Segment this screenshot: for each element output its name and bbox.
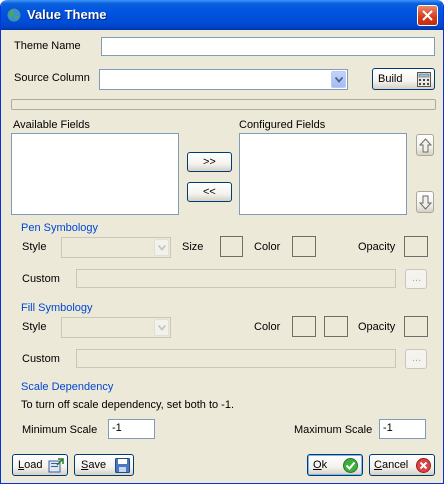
move-up-button[interactable] [416, 134, 434, 156]
pen-symbology-title: Pen Symbology [21, 222, 99, 234]
fill-color-swatch[interactable] [292, 316, 316, 337]
chevron-down-icon [335, 77, 343, 83]
remove-field-button[interactable]: << [187, 182, 232, 202]
source-column-select[interactable] [99, 69, 348, 90]
minimum-scale-input[interactable]: -1 [108, 419, 155, 439]
fill-browse-label: ... [412, 352, 422, 364]
build-button[interactable]: Build [372, 68, 435, 90]
cancel-circle-icon [416, 458, 431, 473]
pen-size-label: Size [182, 241, 204, 253]
fill-symbology-title: Fill Symbology [21, 302, 93, 314]
close-icon [422, 10, 433, 21]
save-label-rest: ave [88, 459, 107, 471]
arrow-up-icon [419, 138, 432, 153]
theme-name-label: Theme Name [14, 40, 81, 52]
cancel-button-label: Cancel [374, 459, 408, 471]
load-button[interactable]: Load [12, 454, 68, 476]
title-bar[interactable]: Value Theme [1, 0, 443, 30]
cancel-mnemonic: C [374, 459, 382, 471]
ok-button[interactable]: Ok [307, 454, 363, 476]
pen-custom-input[interactable] [76, 269, 396, 288]
pen-opacity-box[interactable] [404, 236, 428, 257]
calculator-icon [417, 72, 431, 87]
ok-button-label: Ok [313, 459, 327, 471]
fill-custom-input[interactable] [76, 349, 396, 368]
ok-mnemonic: O [313, 459, 322, 471]
check-circle-icon [343, 458, 358, 473]
fill-custom-label: Custom [22, 353, 60, 365]
pen-opacity-label: Opacity [358, 241, 396, 253]
window-close-button[interactable] [417, 5, 438, 26]
pen-custom-browse-button[interactable]: ... [405, 269, 427, 289]
fill-style-select[interactable] [61, 317, 171, 338]
add-field-label: >> [203, 156, 216, 168]
configured-fields-label: Configured Fields [239, 119, 326, 131]
maximum-scale-label: Maximum Scale [294, 424, 373, 436]
remove-field-label: << [203, 186, 216, 198]
fill-style-dropdown-arrow[interactable] [154, 319, 169, 336]
maximum-scale-input[interactable]: -1 [379, 419, 426, 439]
build-button-label: Build [378, 73, 403, 85]
available-fields-label: Available Fields [13, 119, 90, 131]
open-folder-icon [48, 458, 64, 473]
ok-label-rest: k [321, 459, 328, 471]
fill-style-label: Style [22, 321, 47, 333]
theme-name-input[interactable] [101, 37, 435, 56]
configured-fields-list[interactable] [239, 133, 407, 215]
fill-secondary-color-swatch[interactable] [324, 316, 348, 337]
save-button[interactable]: Save [74, 454, 134, 476]
globe-icon [6, 7, 22, 23]
value-theme-dialog: Value Theme Theme Name Source Column Bui… [0, 0, 444, 484]
cancel-button[interactable]: Cancel [369, 454, 435, 476]
pen-style-dropdown-arrow[interactable] [154, 239, 169, 256]
add-field-button[interactable]: >> [187, 152, 232, 172]
pen-size-box[interactable] [220, 236, 243, 257]
scale-dependency-title: Scale Dependency [21, 381, 114, 393]
build-progress-bar [11, 99, 436, 110]
save-button-label: Save [81, 459, 106, 471]
pen-custom-label: Custom [22, 273, 60, 285]
window-title: Value Theme [27, 7, 107, 22]
fill-opacity-label: Opacity [358, 321, 396, 333]
cancel-label-rest: ancel [381, 459, 409, 471]
arrow-down-icon [419, 195, 432, 210]
pen-color-label: Color [254, 241, 281, 253]
pen-style-select[interactable] [61, 237, 171, 258]
fill-opacity-box[interactable] [404, 316, 428, 337]
load-label-rest: oad [24, 459, 43, 471]
fill-custom-browse-button[interactable]: ... [405, 349, 427, 369]
chevron-down-icon [158, 325, 166, 331]
source-column-label: Source Column [14, 72, 90, 84]
floppy-disk-icon [115, 458, 130, 473]
source-column-dropdown-arrow[interactable] [331, 71, 346, 88]
scale-dependency-hint: To turn off scale dependency, set both t… [21, 399, 235, 411]
fill-color-label: Color [254, 321, 281, 333]
pen-color-swatch[interactable] [292, 236, 316, 257]
minimum-scale-label: Minimum Scale [22, 424, 98, 436]
move-down-button[interactable] [416, 191, 434, 213]
load-button-label: Load [18, 459, 42, 471]
available-fields-list[interactable] [11, 133, 179, 215]
pen-browse-label: ... [412, 272, 422, 284]
pen-style-label: Style [22, 241, 47, 253]
chevron-down-icon [158, 245, 166, 251]
